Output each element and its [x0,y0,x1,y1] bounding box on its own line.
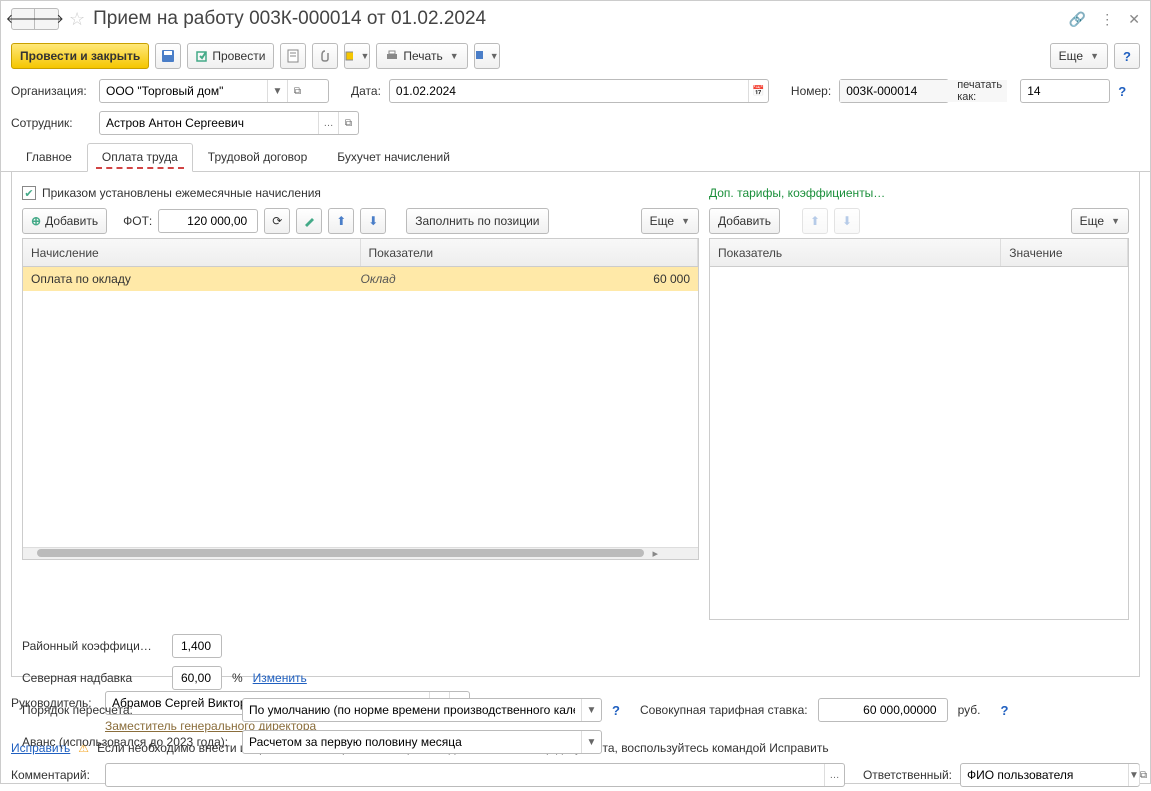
change-link[interactable]: Изменить [253,671,307,685]
indicators-table: Показатель Значение [709,238,1129,620]
indicators-col-value[interactable]: Значение [1001,239,1128,266]
date-field[interactable]: 📅 [389,79,769,103]
org-input[interactable] [100,80,267,102]
north-bonus-field[interactable] [172,666,222,690]
number-field [839,79,949,103]
horizontal-scrollbar[interactable] [23,547,698,559]
tab-contract[interactable]: Трудовой договор [193,143,322,171]
settings-button[interactable]: ▼ [474,43,500,69]
help-print-as[interactable]: ? [1118,84,1126,99]
add-indicator-button[interactable]: Добавить [709,208,780,234]
post-and-close-button[interactable]: Провести и закрыть [11,43,149,69]
tab-main[interactable]: Главное [11,143,87,171]
attach-button[interactable] [312,43,338,69]
print-as-field[interactable] [1020,79,1110,103]
fot-field[interactable] [158,209,258,233]
rate-label: Совокупная тарифная ставка: [640,703,808,717]
recalc-label: Порядок пересчета: [22,703,232,717]
rate-input[interactable] [819,699,943,721]
advance-field[interactable]: ▼ [242,730,602,754]
tab-accounting[interactable]: Бухучет начислений [322,143,465,171]
post-button[interactable]: Провести [187,43,274,69]
help-button-top[interactable]: ? [1114,43,1140,69]
responsible-dropdown-icon[interactable]: ▼ [1128,764,1139,786]
district-coef-label: Районный коэффици… [22,639,162,653]
org-dropdown-icon[interactable]: ▼ [267,80,287,102]
comment-select-icon[interactable]: … [824,764,844,786]
monthly-accruals-label: Приказом установлены ежемесячные начисле… [42,186,321,200]
fill-by-position-button[interactable]: Заполнить по позиции [406,208,548,234]
favorite-star-icon[interactable]: ☆ [69,9,85,30]
accrual-name-cell: Оплата по окладу [23,272,353,286]
employee-input[interactable] [100,112,318,134]
move-up-button[interactable]: ⬆ [328,208,354,234]
employee-field[interactable]: … ⧉ [99,111,359,135]
rub-label: руб. [958,703,981,717]
recalc-input[interactable] [243,699,581,721]
nav-forward-button[interactable]: 🡒 [35,8,59,30]
menu-dots-icon[interactable]: ⋮ [1100,11,1114,28]
calendar-icon[interactable]: 📅 [748,80,768,102]
responsible-input[interactable] [961,764,1128,786]
responsible-field[interactable]: ▼ ⧉ [960,763,1140,787]
save-button[interactable] [155,43,181,69]
print-as-label: печатать как: [957,79,1012,103]
north-bonus-label: Северная надбавка [22,671,162,685]
responsible-open-icon[interactable]: ⧉ [1139,764,1147,786]
district-coef-input[interactable] [173,635,217,657]
employee-select-icon[interactable]: … [318,112,338,134]
org-open-icon[interactable]: ⧉ [287,80,307,102]
move-up-button-right[interactable]: ⬆ [802,208,828,234]
org-field[interactable]: ▼ ⧉ [99,79,329,103]
print-button[interactable]: Печать▼ [376,43,467,69]
table-row[interactable]: Оплата по окладу Оклад 60 000 [23,267,698,291]
org-label: Организация: [11,84,91,98]
add-accrual-button[interactable]: ⊕Добавить [22,208,107,234]
indicators-col-name[interactable]: Показатель [710,239,1001,266]
advance-input[interactable] [243,731,581,753]
extra-tariffs-link[interactable]: Доп. тарифы, коэффициенты… [709,186,885,200]
comment-label: Комментарий: [11,768,97,782]
accruals-col-indicators[interactable]: Показатели [361,239,699,266]
responsible-label: Ответственный: [863,768,952,782]
print-as-input[interactable] [1021,80,1151,102]
fot-input[interactable] [159,210,253,232]
advance-dropdown-icon[interactable]: ▼ [581,731,601,753]
help-rate[interactable]: ? [1000,703,1008,718]
document-icon-button[interactable] [280,43,306,69]
employee-label: Сотрудник: [11,116,91,130]
accrual-indicator-cell: Оклад [353,272,557,286]
rate-field[interactable] [818,698,948,722]
recalc-field[interactable]: ▼ [242,698,602,722]
date-label: Дата: [351,84,381,98]
move-down-button-right[interactable]: ⬇ [834,208,860,234]
help-recalc[interactable]: ? [612,703,620,718]
based-on-button[interactable]: ▼ [344,43,370,69]
number-label: Номер: [791,84,831,98]
edit-button[interactable] [296,208,322,234]
comment-input[interactable] [106,764,824,786]
date-input[interactable] [390,80,748,102]
tab-payment[interactable]: Оплата труда [87,143,193,172]
move-down-button[interactable]: ⬇ [360,208,386,234]
district-coef-field[interactable] [172,634,222,658]
window-title: Прием на работу 003К-000014 от 01.02.202… [93,8,1069,30]
accrual-value-cell: 60 000 [557,272,698,286]
more-button-top[interactable]: Еще▼ [1050,43,1108,69]
comment-field[interactable]: … [105,763,845,787]
north-bonus-input[interactable] [173,667,217,689]
recalc-dropdown-icon[interactable]: ▼ [581,699,601,721]
monthly-accruals-checkbox[interactable]: ✔ [22,186,36,200]
fot-label: ФОТ: [123,214,152,228]
accruals-table: Начисление Показатели Оплата по окладу О… [22,238,699,560]
percent-label: % [232,671,243,685]
employee-open-icon[interactable]: ⧉ [338,112,358,134]
link-icon[interactable]: 🔗 [1069,11,1086,28]
refresh-button[interactable]: ⟳ [264,208,290,234]
more-button-right[interactable]: Еще▼ [1071,208,1129,234]
advance-label: Аванс (использовался до 2023 года): [22,735,232,749]
close-icon[interactable]: ✕ [1128,11,1140,28]
accruals-col-name[interactable]: Начисление [23,239,361,266]
more-button-left[interactable]: Еще▼ [641,208,699,234]
